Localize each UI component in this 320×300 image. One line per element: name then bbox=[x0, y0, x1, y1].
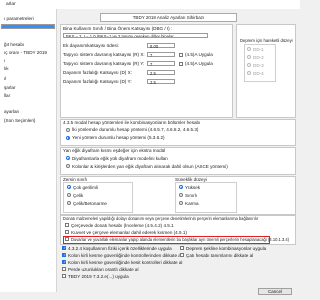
dx-input[interactable]: 2.5 bbox=[147, 70, 175, 76]
dy-input[interactable]: 2.5 bbox=[147, 79, 175, 85]
ductility-opt3-radio[interactable] bbox=[179, 201, 183, 205]
method-opt1-radio[interactable] bbox=[66, 127, 70, 132]
usage-class-select[interactable]: BKS = 2, I = 1.0 (BKS=1 ve 2 tanımı gere… bbox=[63, 33, 208, 38]
cancel-button[interactable]: Cancel bbox=[258, 288, 292, 295]
soil-opt3-radio[interactable] bbox=[67, 201, 71, 205]
dd1-radio[interactable] bbox=[247, 47, 251, 51]
dd4-radio[interactable] bbox=[247, 71, 251, 75]
bottom-check4-checkbox[interactable] bbox=[62, 267, 66, 271]
ry-label: Taşıyıcı sistem davranış katsayısı (R) Y… bbox=[63, 61, 145, 66]
diaphragm-title: Yan eğik diyafram kısmı eşdeğer için eks… bbox=[63, 148, 166, 153]
bottom-right-check1-checkbox[interactable] bbox=[180, 246, 184, 250]
rx-input[interactable]: 7 bbox=[147, 52, 175, 58]
dx-label: Dayanım fazlalığı Katsayısı (D) X: bbox=[63, 70, 132, 75]
ductility-opt1-label: Yüksek bbox=[185, 184, 201, 190]
bottom-right-check1-label: Deprem şekline kombinasyonlar uygula bbox=[186, 245, 267, 251]
sidebar-item-8[interactable]: llar bbox=[1, 93, 55, 99]
bottom-check3-label: Kolon kirli kesme güvenliğinde kesit kon… bbox=[68, 259, 183, 265]
page-title: TBDY 2018 Analiz Ayarları Sihirbazı bbox=[100, 13, 237, 22]
dd3-radio[interactable] bbox=[247, 63, 251, 67]
check3-label: Duvarlar ve yuvarlak elemanlar yapıp ala… bbox=[71, 236, 289, 242]
bottom-check4-label: Perde uzunlukları orantlı dikkate al bbox=[68, 266, 139, 272]
window-title: arlar bbox=[6, 2, 16, 7]
sidebar-item-3[interactable]: ıç oranı - TBDY 2019 bbox=[1, 50, 55, 56]
bottom-check5-checkbox[interactable] bbox=[62, 274, 66, 278]
checks-title: Donatı malzemeleri yapıldığı dolayı dona… bbox=[63, 216, 259, 221]
diaphragm-opt2-radio[interactable] bbox=[66, 164, 70, 168]
check2-checkbox[interactable] bbox=[65, 230, 69, 234]
check2-label: Kuvvet ve çerçeve elemanlar dahil ederek… bbox=[71, 229, 187, 235]
sidebar-item-6[interactable]: ıl bbox=[1, 76, 55, 82]
check1-label: Çerçevede donatı hesabı (İnceleme (4.5.4… bbox=[71, 222, 174, 228]
diaphragm-opt1-label: Diyaframlarla eğik yük diyafram modelini… bbox=[72, 155, 168, 161]
rx-manual-checkbox[interactable] bbox=[179, 52, 183, 57]
diaphragm-opt2-label: Kolonlar & kirişlerden yan eğik diyafram… bbox=[72, 163, 228, 169]
method-opt1-label: İki yönlemde durumlu hesap yöntemi (4.6.… bbox=[72, 127, 199, 132]
check3-checkbox[interactable] bbox=[65, 237, 69, 241]
bottom-right-check2-label: Çatı hesabı tanımlarını dikkate al bbox=[186, 252, 254, 258]
method-opt2-label: Yeni yöntem durumlu hesap yöntemi (5.3.6… bbox=[72, 135, 165, 140]
sidebar-item-5[interactable]: lık bbox=[1, 66, 55, 72]
rx-label: Taşıyıcı sistem davranış katsayısı (R) X… bbox=[63, 52, 145, 57]
dy-label: Dayanım fazlalığı Katsayısı (D) Y: bbox=[63, 79, 132, 84]
bottom-right-check2-checkbox[interactable] bbox=[180, 253, 184, 257]
bottom-check2-label: Kolon kirli kesme güvenliğinde kontrolle… bbox=[68, 252, 182, 258]
sidebar-item-selected[interactable] bbox=[1, 24, 55, 29]
bottom-check1-label: 4.3.2.4 koşullarının fiziki içerik özell… bbox=[68, 245, 172, 251]
method-title: 4.3.5 modal hesap yöntemleri ile kombina… bbox=[63, 120, 201, 125]
sidebar-item-4[interactable]: ı bbox=[1, 58, 55, 64]
sidebar: ı parametreleri ğıt hesabı ıç oranı - TB… bbox=[0, 9, 57, 292]
r-input[interactable]: 8.00 bbox=[147, 43, 175, 49]
dd3-label: DD-3 bbox=[253, 62, 264, 68]
check1-checkbox[interactable] bbox=[65, 223, 69, 227]
soil-opt1-radio[interactable] bbox=[67, 185, 71, 189]
ductility-opt2-label: Sınırlı bbox=[185, 192, 197, 198]
title-bar: arlar bbox=[0, 0, 300, 9]
ry-manual-checkbox[interactable] bbox=[179, 61, 183, 66]
r-label: Ek dayanımkatsayısı ödesi: bbox=[63, 43, 119, 48]
ry-input[interactable]: 7 bbox=[147, 61, 175, 67]
dd2-label: DD-2 bbox=[253, 54, 264, 60]
soil-opt1-label: Çok gerilimli bbox=[73, 184, 99, 190]
rx-manual-label: (4.5)A Uygula bbox=[185, 52, 213, 57]
soil-opt2-radio[interactable] bbox=[67, 193, 71, 197]
soil-opt3-label: Çelik/Betonarme bbox=[73, 200, 107, 206]
bottom-check1-checkbox[interactable] bbox=[62, 246, 66, 250]
bottom-check5-label: TBDY 2019 7.3.2.e(...) uygula bbox=[68, 273, 129, 279]
ductility-opt1-radio[interactable] bbox=[179, 185, 183, 189]
dd4-label: DD-4 bbox=[253, 70, 264, 76]
sidebar-item-7[interactable]: şarlar bbox=[1, 85, 55, 91]
ry-manual-label: (4.5)A Uygula bbox=[185, 61, 213, 66]
sidebar-item-10[interactable]: (Son Seçimleri) bbox=[1, 118, 55, 124]
dd-title: Deprem için hareketli düzeyi bbox=[240, 38, 293, 43]
usage-class-label: Bina Kullanım Sınıfı / Bina Önem Katsayı… bbox=[63, 26, 173, 31]
dd2-radio[interactable] bbox=[247, 55, 251, 59]
bottom-check2-checkbox[interactable] bbox=[62, 253, 66, 257]
sidebar-item-0[interactable]: ı parametreleri bbox=[1, 16, 55, 22]
soil-opt2-label: Çelik bbox=[73, 192, 84, 198]
diaphragm-opt1-radio[interactable] bbox=[66, 156, 70, 160]
ductility-opt2-radio[interactable] bbox=[179, 193, 183, 197]
ductility-opt3-label: Karma bbox=[185, 200, 199, 206]
sidebar-item-2[interactable]: ğıt hesabı bbox=[1, 42, 55, 48]
dd1-label: DD-1 bbox=[253, 46, 264, 52]
method-opt2-radio[interactable] bbox=[66, 135, 70, 140]
bottom-check3-checkbox[interactable] bbox=[62, 260, 66, 264]
sidebar-item-9[interactable]: ayarları bbox=[1, 109, 55, 115]
